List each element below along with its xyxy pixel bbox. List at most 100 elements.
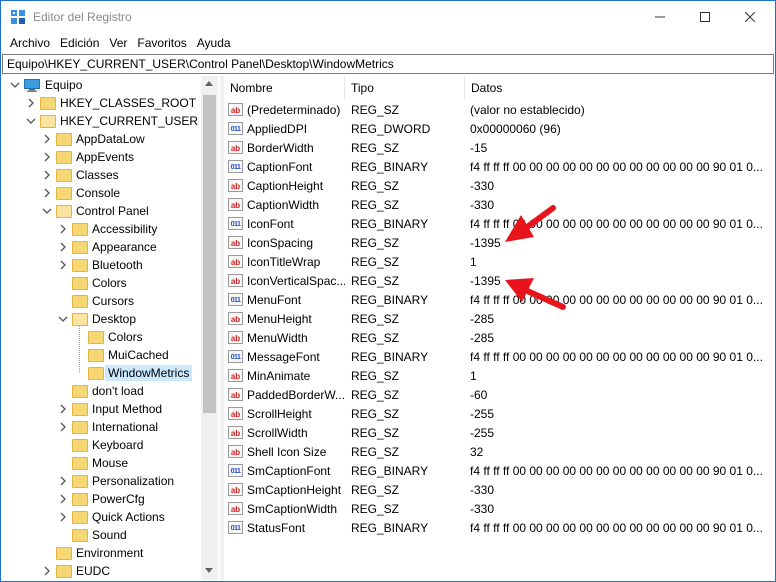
tree-node[interactable]: Desktop (72, 310, 136, 328)
chevron-right-icon[interactable] (58, 494, 68, 504)
table-row[interactable]: ab (Predeterminado) REG_SZ (valor no establ… (224, 100, 774, 119)
chevron-right-icon[interactable] (42, 188, 52, 198)
table-row[interactable]: 011 SmCaptionFont REG_BINARY f4 ff ff ff 00… (224, 461, 774, 480)
key-tree-pane[interactable]: Equipo HKEY_CLASSES_ROOT HKEY_CURRENT_USER… (2, 76, 219, 580)
table-row[interactable]: ab MenuHeight REG_SZ -285 (224, 309, 774, 328)
table-row[interactable]: ab IconTitleWrap REG_SZ 1 (224, 252, 774, 271)
tree-node[interactable]: Input Method (72, 400, 162, 418)
table-row[interactable]: 011 StatusFont REG_BINARY f4 ff ff ff 00 00… (224, 518, 774, 537)
value-name-cell: ab CaptionHeight (228, 179, 345, 193)
tree-node[interactable]: Console (56, 184, 120, 202)
tree-node[interactable]: Mouse (72, 454, 128, 472)
chevron-right-icon[interactable] (42, 566, 52, 576)
tree-node[interactable]: PowerCfg (72, 490, 145, 508)
tree-node[interactable]: Colors (72, 274, 127, 292)
tree-vertical-scrollbar[interactable] (201, 76, 218, 580)
chevron-right-icon[interactable] (58, 242, 68, 252)
tree-node[interactable]: WindowMetrics (88, 364, 193, 382)
tree-node[interactable]: Quick Actions (72, 508, 165, 526)
tree-node-label: Appearance (92, 240, 157, 254)
table-row[interactable]: ab IconSpacing REG_SZ -1395 (224, 233, 774, 252)
address-bar[interactable]: Equipo\HKEY_CURRENT_USER\Control Panel\D… (2, 54, 774, 74)
menu-archivo[interactable]: Archivo (5, 36, 55, 50)
string-value-icon: ab (228, 445, 243, 458)
chevron-right-icon[interactable] (58, 422, 68, 432)
chevron-right-icon[interactable] (58, 260, 68, 270)
registry-editor-icon (11, 10, 25, 24)
tree-node[interactable]: Sound (72, 526, 127, 544)
table-row[interactable]: 011 AppliedDPI REG_DWORD 0x00000060 (96) (224, 119, 774, 138)
tree-node[interactable]: Accessibility (72, 220, 157, 238)
tree-node-label: Desktop (92, 312, 137, 326)
chevron-down-icon[interactable] (42, 206, 52, 216)
minimize-button[interactable] (637, 1, 683, 33)
table-row[interactable]: ab ScrollWidth REG_SZ -255 (224, 423, 774, 442)
tree-node[interactable]: Colors (88, 328, 143, 346)
table-row[interactable]: ab MenuWidth REG_SZ -285 (224, 328, 774, 347)
column-header-type[interactable]: Tipo (345, 76, 465, 100)
tree-node[interactable]: HKEY_CURRENT_USER (40, 112, 198, 130)
tree-node[interactable]: Bluetooth (72, 256, 143, 274)
table-row[interactable]: ab IconVerticalSpac... REG_SZ -1395 (224, 271, 774, 290)
folder-icon (72, 528, 88, 542)
tree-node-label: Cursors (92, 294, 135, 308)
table-row[interactable]: 011 MenuFont REG_BINARY f4 ff ff ff 00 00 0… (224, 290, 774, 309)
tree-node[interactable]: Cursors (72, 292, 134, 310)
menu-ayuda[interactable]: Ayuda (192, 36, 236, 50)
table-row[interactable]: 011 IconFont REG_BINARY f4 ff ff ff 00 00 0… (224, 214, 774, 233)
table-row[interactable]: ab ScrollHeight REG_SZ -255 (224, 404, 774, 423)
table-row[interactable]: ab MinAnimate REG_SZ 1 (224, 366, 774, 385)
table-row[interactable]: ab CaptionWidth REG_SZ -330 (224, 195, 774, 214)
chevron-right-icon[interactable] (58, 224, 68, 234)
tree-node[interactable]: HKEY_CLASSES_ROOT (40, 94, 196, 112)
tree-node[interactable]: Equipo (24, 76, 82, 94)
menu-favoritos[interactable]: Favoritos (132, 36, 191, 50)
table-row[interactable]: 011 MessageFont REG_BINARY f4 ff ff ff 00 0… (224, 347, 774, 366)
table-row[interactable]: ab PaddedBorderW... REG_SZ -60 (224, 385, 774, 404)
chevron-down-icon[interactable] (58, 314, 68, 324)
tree-node[interactable]: EUDC (56, 562, 110, 580)
close-button[interactable] (727, 1, 773, 33)
value-name: IconTitleWrap (247, 254, 321, 269)
tree-node[interactable]: don't load (72, 382, 144, 400)
table-row[interactable]: 011 CaptionFont REG_BINARY f4 ff ff ff 00 0… (224, 157, 774, 176)
tree-node[interactable]: Appearance (72, 238, 157, 256)
chevron-down-icon[interactable] (10, 80, 20, 90)
string-value-icon: ab (228, 198, 243, 211)
chevron-right-icon[interactable] (42, 134, 52, 144)
tree-node[interactable]: Personalization (72, 472, 174, 490)
value-data: -15 (470, 140, 488, 155)
title-bar[interactable]: Editor del Registro (1, 1, 775, 33)
chevron-down-icon[interactable] (26, 116, 36, 126)
chevron-right-icon[interactable] (58, 476, 68, 486)
tree-node[interactable]: Control Panel (56, 202, 149, 220)
table-row[interactable]: ab BorderWidth REG_SZ -15 (224, 138, 774, 157)
tree-node[interactable]: AppDataLow (56, 130, 145, 148)
tree-node[interactable]: MuiCached (88, 346, 169, 364)
table-row[interactable]: ab Shell Icon Size REG_SZ 32 (224, 442, 774, 461)
tree-node[interactable]: Environment (56, 544, 143, 562)
values-list-pane[interactable]: Nombre Tipo Datos ab (Predeterminado) REG_… (224, 76, 774, 580)
table-row[interactable]: ab CaptionHeight REG_SZ -330 (224, 176, 774, 195)
tree-node[interactable]: International (72, 418, 158, 436)
table-row[interactable]: ab SmCaptionHeight REG_SZ -330 (224, 480, 774, 499)
menu-ver[interactable]: Ver (104, 36, 132, 50)
column-header-name[interactable]: Nombre (224, 76, 345, 100)
chevron-right-icon[interactable] (58, 404, 68, 414)
scroll-thumb[interactable] (203, 95, 216, 413)
chevron-right-icon[interactable] (26, 98, 36, 108)
table-row[interactable]: ab SmCaptionWidth REG_SZ -330 (224, 499, 774, 518)
tree-node[interactable]: Keyboard (72, 436, 143, 454)
chevron-right-icon[interactable] (42, 152, 52, 162)
tree-node[interactable]: AppEvents (56, 148, 134, 166)
scroll-down-arrow-icon[interactable] (205, 568, 213, 573)
tree-node[interactable]: Classes (56, 166, 119, 184)
value-name-cell: ab Shell Icon Size (228, 445, 345, 459)
column-header-data[interactable]: Datos (465, 76, 774, 100)
chevron-right-icon[interactable] (58, 512, 68, 522)
string-value-icon: ab (228, 502, 243, 515)
chevron-right-icon[interactable] (42, 170, 52, 180)
menu-edicion[interactable]: Edición (55, 36, 104, 50)
maximize-button[interactable] (682, 1, 728, 33)
scroll-up-arrow-icon[interactable] (205, 81, 213, 86)
